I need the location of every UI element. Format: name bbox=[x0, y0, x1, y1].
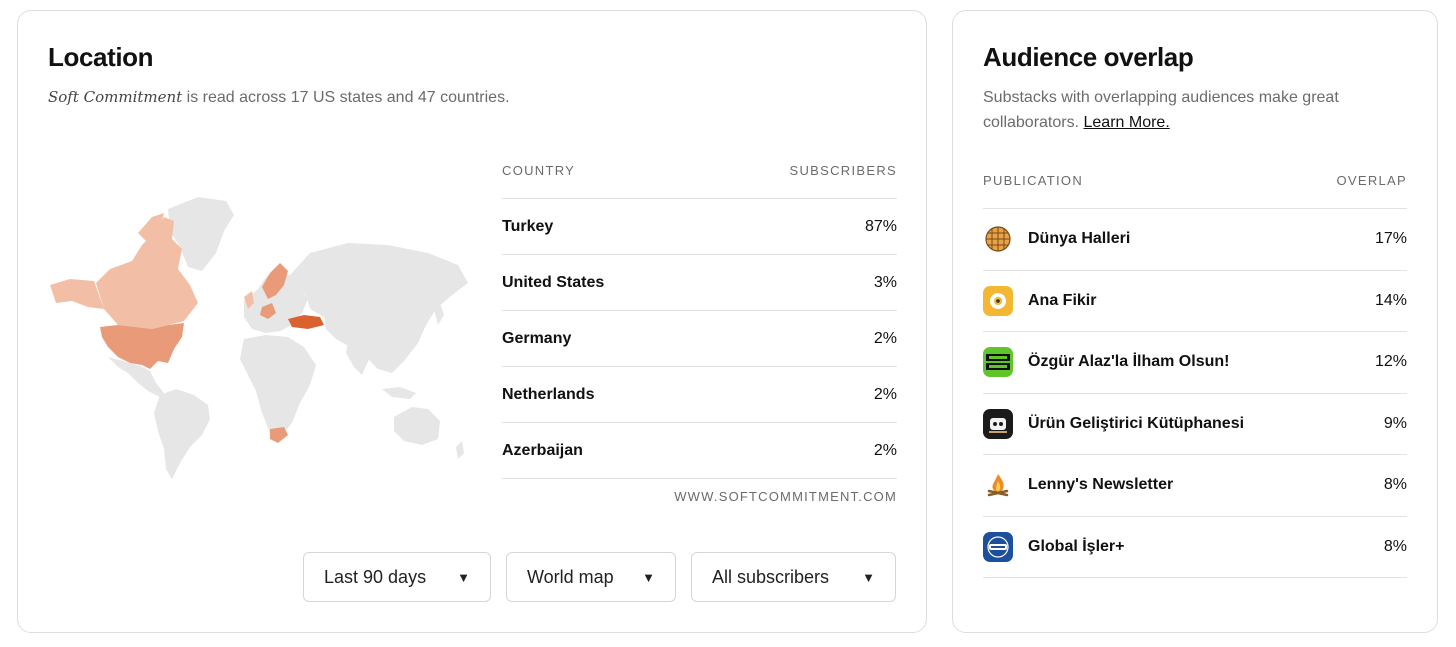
filter-dropdowns: Last 90 days ▼ World map ▼ All subscribe… bbox=[303, 552, 896, 602]
global-isler-logo bbox=[983, 531, 1013, 562]
location-subtitle: Soft Commitment is read across 17 US sta… bbox=[48, 85, 510, 110]
overlap-value: 9% bbox=[1383, 414, 1407, 432]
table-row: Turkey 87% bbox=[502, 199, 897, 255]
col-publication: PUBLICATION bbox=[983, 173, 1084, 188]
map-new-zealand[interactable] bbox=[456, 441, 464, 459]
country-share: 3% bbox=[873, 273, 897, 291]
overlap-value: 8% bbox=[1383, 476, 1407, 494]
publication-name: Özgür Alaz'la İlham Olsun! bbox=[1028, 353, 1230, 371]
table-row: United States 3% bbox=[502, 255, 897, 311]
audience-value: All subscribers bbox=[712, 566, 830, 587]
col-overlap: OVERLAP bbox=[1336, 173, 1407, 188]
table-row[interactable]: Dünya Halleri 17% bbox=[983, 209, 1407, 271]
country-table: COUNTRY SUBSCRIBERS Turkey 87% United St… bbox=[502, 159, 897, 504]
audience-overlap-card: Audience overlap Substacks with overlapp… bbox=[952, 10, 1438, 633]
world-map[interactable] bbox=[48, 191, 473, 481]
overlap-subtitle: Substacks with overlapping audiences mak… bbox=[983, 85, 1403, 135]
table-row[interactable]: Özgür Alaz'la İlham Olsun! 12% bbox=[983, 332, 1407, 394]
country-share: 87% bbox=[864, 217, 897, 235]
caret-down-icon: ▼ bbox=[862, 569, 875, 585]
idea-sun-icon bbox=[983, 285, 1013, 316]
col-country: COUNTRY bbox=[502, 163, 576, 178]
country-name: United States bbox=[502, 273, 605, 291]
publication-name: Ürün Geliştirici Kütüphanesi bbox=[1028, 414, 1245, 432]
overlap-table: PUBLICATION OVERLAP Dünya Halleri 17% An… bbox=[983, 169, 1407, 578]
table-row[interactable]: Lenny's Newsletter 8% bbox=[983, 455, 1407, 517]
publication-name: Lenny's Newsletter bbox=[1028, 476, 1174, 494]
country-table-header: COUNTRY SUBSCRIBERS bbox=[502, 159, 897, 199]
table-row: Germany 2% bbox=[502, 311, 897, 367]
publication-name: Ana Fikir bbox=[1028, 291, 1097, 309]
caret-down-icon: ▼ bbox=[457, 569, 470, 585]
time-range-value: Last 90 days bbox=[324, 566, 427, 587]
globe-grid-icon bbox=[983, 224, 1013, 254]
overlap-value: 17% bbox=[1374, 230, 1407, 248]
ilham-olsun-logo bbox=[983, 347, 1013, 378]
location-summary: is read across 17 US states and 47 count… bbox=[182, 89, 510, 106]
campfire-icon bbox=[983, 470, 1013, 500]
overlap-value: 12% bbox=[1374, 353, 1407, 371]
caret-down-icon: ▼ bbox=[642, 569, 655, 585]
map-united-states[interactable] bbox=[100, 323, 184, 369]
table-row: Azerbaijan 2% bbox=[502, 423, 897, 479]
source-domain: WWW.SOFTCOMMITMENT.COM bbox=[674, 489, 897, 504]
location-title: Location bbox=[48, 42, 154, 72]
map-indonesia[interactable] bbox=[382, 387, 416, 399]
map-view-dropdown[interactable]: World map ▼ bbox=[506, 552, 676, 602]
map-south-america[interactable] bbox=[154, 389, 210, 479]
col-subscribers: SUBSCRIBERS bbox=[789, 163, 897, 178]
map-india[interactable] bbox=[346, 341, 370, 375]
overlap-value: 14% bbox=[1374, 291, 1407, 309]
country-name: Turkey bbox=[502, 217, 554, 235]
table-row[interactable]: Ana Fikir 14% bbox=[983, 271, 1407, 332]
publication-name: Soft Commitment bbox=[48, 88, 183, 106]
location-card: Location Soft Commitment is read across … bbox=[17, 10, 927, 633]
overlap-title: Audience overlap bbox=[983, 42, 1194, 72]
country-share: 2% bbox=[873, 385, 897, 403]
overlap-value: 8% bbox=[1383, 537, 1407, 555]
map-australia[interactable] bbox=[394, 407, 440, 445]
audience-dropdown[interactable]: All subscribers ▼ bbox=[691, 552, 896, 602]
publication-name: Dünya Halleri bbox=[1028, 230, 1131, 248]
publication-name: Global İşler+ bbox=[1028, 537, 1125, 555]
table-row[interactable]: Ürün Geliştirici Kütüphanesi 9% bbox=[983, 394, 1407, 455]
book-robot-icon bbox=[983, 408, 1013, 439]
table-row: Netherlands 2% bbox=[502, 367, 897, 423]
country-share: 2% bbox=[873, 441, 897, 459]
country-share: 2% bbox=[873, 329, 897, 347]
overlap-table-header: PUBLICATION OVERLAP bbox=[983, 169, 1407, 209]
map-view-value: World map bbox=[527, 566, 614, 587]
map-alaska[interactable] bbox=[50, 279, 104, 309]
country-name: Netherlands bbox=[502, 385, 595, 403]
country-name: Azerbaijan bbox=[502, 441, 583, 459]
learn-more-link[interactable]: Learn More. bbox=[1084, 114, 1170, 131]
country-name: Germany bbox=[502, 329, 572, 347]
map-africa[interactable] bbox=[240, 335, 316, 437]
time-range-dropdown[interactable]: Last 90 days ▼ bbox=[303, 552, 491, 602]
table-row[interactable]: Global İşler+ 8% bbox=[983, 517, 1407, 578]
